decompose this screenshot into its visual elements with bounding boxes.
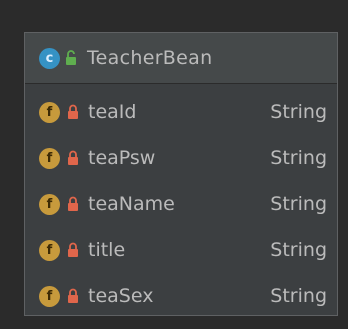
class-node-teacherbean[interactable]: c TeacherBean f teaId String f teaPsw St…	[24, 32, 338, 316]
class-name: TeacherBean	[87, 47, 213, 69]
field-type: String	[270, 193, 327, 215]
field-name: teaSex	[88, 285, 154, 307]
field-type: String	[270, 285, 327, 307]
field-name: teaName	[88, 193, 175, 215]
lock-icon	[68, 288, 78, 303]
field-icon: f	[39, 147, 60, 169]
field-icon: f	[39, 193, 60, 215]
field-type: String	[270, 147, 327, 169]
field-row[interactable]: f teaPsw String	[25, 135, 337, 181]
diagram-canvas: c TeacherBean f teaId String f teaPsw St…	[0, 0, 348, 329]
field-row[interactable]: f teaSex String	[25, 273, 337, 319]
field-name: title	[88, 239, 126, 261]
class-header[interactable]: c TeacherBean	[25, 33, 337, 84]
lock-icon	[68, 196, 78, 211]
field-row[interactable]: f teaId String	[25, 89, 337, 135]
field-row[interactable]: f teaName String	[25, 181, 337, 227]
class-icon: c	[39, 47, 60, 69]
field-list: f teaId String f teaPsw String f teaName…	[25, 84, 337, 319]
field-name: teaPsw	[88, 147, 156, 169]
field-row[interactable]: f title String	[25, 227, 337, 273]
field-icon: f	[39, 239, 60, 261]
lock-icon	[68, 242, 78, 257]
field-type: String	[270, 101, 327, 123]
field-icon: f	[39, 285, 60, 307]
field-icon: f	[39, 101, 60, 123]
lock-icon	[68, 104, 78, 119]
field-type: String	[270, 239, 327, 261]
field-name: teaId	[88, 101, 137, 123]
unlocked-padlock-icon	[66, 50, 76, 65]
lock-icon	[68, 150, 78, 165]
